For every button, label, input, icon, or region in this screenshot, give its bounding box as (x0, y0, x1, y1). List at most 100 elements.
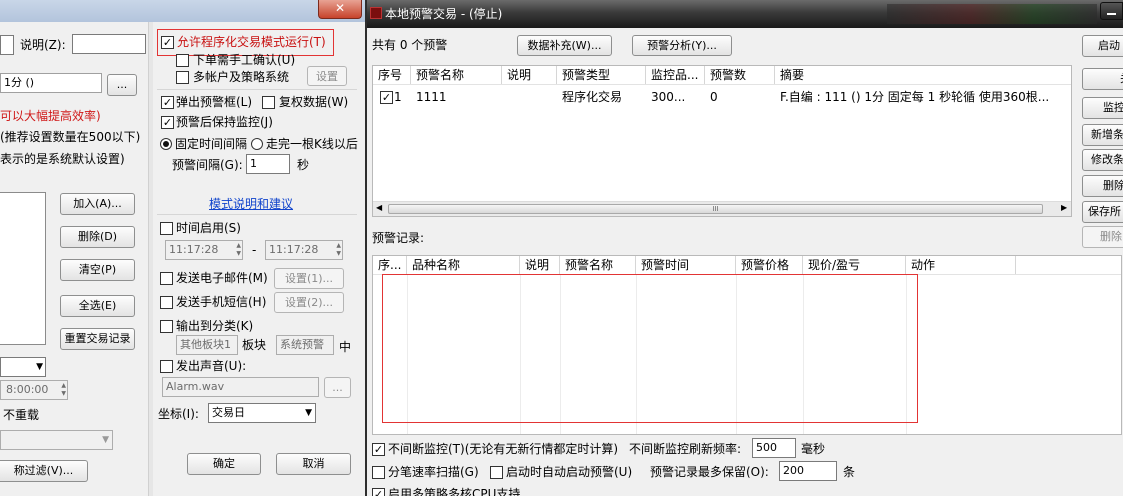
allow-program-trade-checkbox[interactable]: ✓ (161, 36, 174, 49)
reset-trade-button[interactable]: 重置交易记录 (60, 328, 135, 350)
modify-button[interactable]: 修改条 (1082, 149, 1123, 171)
manual-confirm-checkbox[interactable] (176, 54, 189, 67)
records-label: 预警记录: (372, 231, 425, 245)
fixed-interval-label: 固定时间间隔 (175, 137, 248, 151)
interval-input[interactable]: 1 (246, 154, 290, 174)
adjusted-data-checkbox[interactable] (262, 96, 275, 109)
col-index[interactable]: 序号 (373, 66, 411, 84)
multi-account-checkbox[interactable] (176, 71, 189, 84)
hint-efficiency: 可以大幅提高效率) (0, 109, 101, 123)
alert-settings-dialog: ✕ 说明(Z): 1分 () ... 可以大幅提高效率) (推荐设置数量在500… (0, 0, 365, 496)
cancel-button[interactable]: 取消 (276, 453, 351, 475)
col-desc[interactable]: 说明 (502, 66, 557, 84)
send-email-checkbox[interactable] (160, 272, 173, 285)
refresh-label: 不间断监控刷新频率: (629, 442, 742, 456)
rec-col-alert-name[interactable]: 预警名称 (560, 256, 636, 274)
select-all-button[interactable]: 全选(E) (60, 295, 135, 317)
fixed-interval-radio[interactable] (160, 138, 172, 150)
close-icon: ✕ (334, 1, 346, 15)
scroll-left-icon[interactable]: ◀ (376, 203, 382, 212)
scroll-right-icon[interactable]: ▶ (1061, 203, 1067, 212)
time-spinner[interactable]: 8:00:00 ▲ ▼ (0, 380, 68, 400)
caption-input[interactable] (72, 34, 146, 54)
col-name[interactable]: 预警名称 (411, 66, 502, 84)
table-row[interactable]: ✓ 1 1111 程序化交易 300... 0 F.自编 : 111 () 1分… (373, 88, 1071, 106)
coord-select[interactable]: 交易日 ▼ (208, 403, 316, 423)
output-category-checkbox[interactable] (160, 320, 173, 333)
records-table: 序... 品种名称 说明 预警名称 预警时间 预警价格 现价/盈亏 动作 (372, 255, 1122, 435)
send-sms-label: 发送手机短信(H) (176, 295, 267, 309)
chevron-down-icon: ▼ (305, 408, 312, 418)
multi-core-checkbox[interactable]: ✓ (372, 488, 385, 496)
rec-col-price[interactable]: 预警价格 (736, 256, 803, 274)
system-alert-field[interactable]: 系统预警 (276, 335, 334, 355)
keep-monitor-checkbox[interactable]: ✓ (161, 116, 174, 129)
rec-col-action[interactable]: 动作 (906, 256, 1016, 274)
other-block-field[interactable]: 其他板块1 (176, 335, 238, 355)
period-input[interactable]: 1分 () (0, 73, 102, 93)
symbol-listbox[interactable] (0, 192, 46, 345)
block-label: 板块 (242, 338, 267, 352)
local-alert-trade-window: 本地预警交易 - (停止) 共有 0 个预警 数据补充(W)... 预警分析(Y… (365, 0, 1123, 496)
auto-start-checkbox[interactable] (490, 466, 503, 479)
multi-account-settings-button[interactable]: 设置 (307, 66, 347, 86)
rec-col-desc[interactable]: 说明 (520, 256, 560, 274)
close-button[interactable]: 关 (1082, 68, 1123, 90)
col-count[interactable]: 预警数 (705, 66, 775, 84)
play-sound-checkbox[interactable] (160, 360, 173, 373)
delete-alert-button[interactable]: 删除 (1082, 175, 1123, 197)
dialog-close-button[interactable]: ✕ (318, 0, 362, 19)
after-kline-radio[interactable] (251, 138, 263, 150)
sound-browse-button[interactable]: ... (324, 377, 351, 398)
col-type[interactable]: 预警类型 (557, 66, 646, 84)
filter-button[interactable]: 称过滤(V)... (0, 460, 88, 482)
add-button[interactable]: 加入(A)... (60, 193, 135, 215)
start-button[interactable]: 启动 (1082, 35, 1123, 57)
delete-record-button[interactable]: 删除 (1082, 226, 1123, 248)
col-target[interactable]: 监控品... (646, 66, 705, 84)
end-time-spinner[interactable]: 11:17:28 ▲ ▼ (265, 240, 343, 260)
rec-col-index[interactable]: 序... (373, 256, 407, 274)
save-all-button[interactable]: 保存所 (1082, 201, 1123, 223)
sound-file-input[interactable]: Alarm.wav (162, 377, 319, 397)
clear-button[interactable]: 清空(P) (60, 259, 135, 281)
tick-scan-checkbox[interactable] (372, 466, 385, 479)
scroll-thumb[interactable]: III (388, 204, 1043, 214)
alerts-hscrollbar[interactable]: ◀ III ▶ (373, 201, 1071, 216)
records-table-header: 序... 品种名称 说明 预警名称 预警时间 预警价格 现价/盈亏 动作 (373, 256, 1121, 275)
continuous-monitor-checkbox[interactable]: ✓ (372, 443, 385, 456)
rec-col-pnl[interactable]: 现价/盈亏 (803, 256, 906, 274)
send-sms-checkbox[interactable] (160, 296, 173, 309)
minimize-button[interactable] (1100, 2, 1123, 20)
tick-scan-label: 分笔速率扫描(G) (388, 465, 479, 479)
row-target: 300... (651, 90, 686, 104)
alerts-table: 序号 预警名称 说明 预警类型 监控品... 预警数 摘要 ✓ 1 1111 程… (372, 65, 1072, 217)
middle-label: 中 (339, 340, 352, 354)
data-supplement-button[interactable]: 数据补充(W)... (517, 35, 612, 56)
start-time-spinner[interactable]: 11:17:28 ▲ ▼ (165, 240, 243, 260)
period-browse-button[interactable]: ... (107, 74, 137, 96)
name-input[interactable] (0, 35, 14, 55)
rec-col-symbol[interactable]: 品种名称 (407, 256, 520, 274)
row-name: 1111 (416, 90, 447, 104)
time-enable-checkbox[interactable] (160, 222, 173, 235)
email-settings-button[interactable]: 设置(1)... (274, 268, 344, 289)
mode-help-link[interactable]: 模式说明和建议 (209, 196, 293, 212)
ok-button[interactable]: 确定 (187, 453, 261, 475)
combo-select[interactable]: ▼ (0, 357, 46, 377)
rec-col-time[interactable]: 预警时间 (636, 256, 736, 274)
delete-button[interactable]: 删除(D) (60, 226, 135, 248)
disabled-combo[interactable]: ▼ (0, 430, 113, 450)
dialog-titlebar (0, 0, 365, 22)
monitor-button[interactable]: 监控 (1082, 97, 1123, 119)
hint-count: (推荐设置数量在500以下) (0, 130, 141, 144)
max-records-input[interactable]: 200 (779, 461, 837, 481)
popup-alert-checkbox[interactable]: ✓ (161, 96, 174, 109)
sms-settings-button[interactable]: 设置(2)... (274, 292, 344, 313)
col-summary[interactable]: 摘要 (775, 66, 1071, 84)
refresh-input[interactable]: 500 (752, 438, 796, 458)
alert-summary: 共有 0 个预警 (372, 38, 448, 52)
new-button[interactable]: 新增条 (1082, 124, 1123, 146)
alert-analysis-button[interactable]: 预警分析(Y)... (632, 35, 732, 56)
main-titlebar: 本地预警交易 - (停止) (367, 0, 1123, 28)
